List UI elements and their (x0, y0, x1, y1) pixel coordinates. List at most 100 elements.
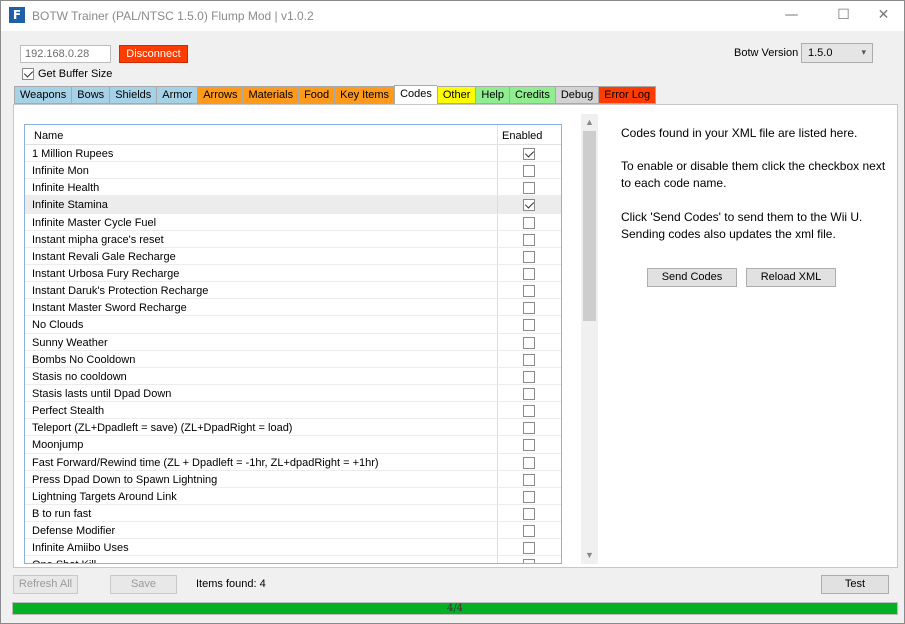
code-row[interactable]: Infinite Health (25, 179, 561, 197)
tab-error-log[interactable]: Error Log (598, 86, 657, 104)
column-divider (497, 162, 498, 179)
tab-other[interactable]: Other (436, 86, 476, 104)
version-select[interactable]: 1.5.0 ▾ (801, 43, 873, 63)
enabled-checkbox[interactable] (523, 387, 535, 400)
tab-key-items[interactable]: Key Items (334, 86, 395, 104)
code-row[interactable]: Defense Modifier (25, 522, 561, 540)
code-name: Instant Master Sword Recharge (32, 302, 187, 315)
column-divider (497, 402, 498, 419)
scroll-thumb[interactable] (583, 131, 596, 321)
tab-arrows[interactable]: Arrows (197, 86, 243, 104)
tab-materials[interactable]: Materials (242, 86, 299, 104)
code-row[interactable]: One Shot Kill (25, 556, 561, 563)
enabled-checkbox[interactable] (523, 336, 535, 349)
code-row[interactable]: Sunny Weather (25, 333, 561, 351)
code-row[interactable]: Infinite Master Cycle Fuel (25, 213, 561, 231)
enabled-checkbox[interactable] (523, 182, 535, 195)
code-row[interactable]: Stasis no cooldown (25, 367, 561, 385)
code-row[interactable]: Instant Urbosa Fury Recharge (25, 264, 561, 283)
progress-text: 4/4 (446, 603, 464, 614)
enabled-checkbox[interactable] (523, 422, 535, 435)
code-row[interactable]: No Clouds (25, 316, 561, 334)
code-row[interactable]: Lightning Targets Around Link (25, 487, 561, 505)
code-row[interactable]: Instant Revali Gale Recharge (25, 247, 561, 265)
disconnect-button[interactable]: Disconnect (119, 45, 188, 63)
tab-bows[interactable]: Bows (71, 86, 110, 104)
enabled-checkbox[interactable] (523, 353, 535, 366)
info-text-1: Codes found in your XML file are listed … (621, 126, 858, 140)
code-row[interactable]: Moonjump (25, 436, 561, 454)
enabled-checkbox[interactable] (523, 148, 535, 160)
code-row[interactable]: Instant Daruk's Protection Recharge (25, 282, 561, 300)
minimize-icon[interactable]: — (769, 1, 814, 31)
code-row[interactable]: Fast Forward/Rewind time (ZL + Dpadleft … (25, 453, 561, 471)
reload-xml-button[interactable]: Reload XML (746, 268, 836, 287)
enabled-checkbox[interactable] (523, 165, 535, 178)
enabled-checkbox[interactable] (523, 216, 535, 229)
code-row[interactable]: Stasis lasts until Dpad Down (25, 384, 561, 403)
maximize-icon[interactable]: ☐ (821, 1, 866, 31)
refresh-all-button[interactable]: Refresh All (13, 575, 78, 594)
column-header-name[interactable]: Name (34, 130, 63, 142)
code-row[interactable]: B to run fast (25, 504, 561, 523)
column-divider (497, 504, 498, 522)
enabled-checkbox[interactable] (523, 439, 535, 452)
get-buffer-size-checkbox[interactable]: Get Buffer Size (22, 68, 112, 82)
test-button[interactable]: Test (821, 575, 889, 594)
enabled-checkbox[interactable] (523, 233, 535, 246)
code-row[interactable]: Bombs No Cooldown (25, 350, 561, 368)
code-row[interactable]: Infinite Amiibo Uses (25, 539, 561, 557)
code-name: One Shot Kill (32, 559, 96, 563)
progress-bar: 4/4 (12, 602, 898, 615)
code-name: Press Dpad Down to Spawn Lightning (32, 473, 218, 486)
close-icon[interactable]: ✕ (861, 1, 905, 31)
codes-list[interactable]: Name Enabled 1 Million Rupees Infinite Mo… (24, 124, 562, 564)
code-row[interactable]: Infinite Mon (25, 162, 561, 180)
checkbox-icon[interactable] (22, 68, 34, 81)
tab-shields[interactable]: Shields (109, 86, 157, 104)
tab-help[interactable]: Help (475, 86, 509, 104)
code-row[interactable]: Instant Master Sword Recharge (25, 299, 561, 317)
code-name: Teleport (ZL+Dpadleft = save) (ZL+DpadRi… (32, 422, 293, 435)
enabled-checkbox[interactable] (523, 559, 535, 563)
enabled-checkbox[interactable] (523, 199, 535, 212)
enabled-checkbox[interactable] (523, 525, 535, 538)
code-row[interactable]: Teleport (ZL+Dpadleft = save) (ZL+DpadRi… (25, 419, 561, 437)
code-name: Lightning Targets Around Link (32, 490, 177, 503)
send-codes-button[interactable]: Send Codes (647, 268, 737, 287)
enabled-checkbox[interactable] (523, 302, 535, 315)
code-name: Moonjump (32, 439, 84, 452)
code-row[interactable]: Infinite Stamina (25, 196, 561, 214)
column-header-enabled[interactable]: Enabled (502, 130, 542, 142)
enabled-checkbox[interactable] (523, 490, 535, 503)
enabled-checkbox[interactable] (523, 285, 535, 298)
enabled-checkbox[interactable] (523, 405, 535, 418)
tab-food[interactable]: Food (298, 86, 335, 104)
tab-armor[interactable]: Armor (156, 86, 198, 104)
tab-debug[interactable]: Debug (554, 86, 599, 104)
tab-codes[interactable]: Codes (394, 85, 437, 105)
enabled-checkbox[interactable] (523, 250, 535, 263)
column-divider (497, 522, 498, 539)
code-row[interactable]: Instant mipha grace's reset (25, 230, 561, 248)
enabled-checkbox[interactable] (523, 507, 535, 520)
enabled-checkbox[interactable] (523, 542, 535, 555)
tab-weapons[interactable]: Weapons (14, 86, 72, 104)
column-divider (497, 213, 498, 230)
scroll-up-icon[interactable]: ▲ (581, 114, 598, 131)
enabled-checkbox[interactable] (523, 473, 535, 486)
code-row[interactable]: Press Dpad Down to Spawn Lightning (25, 470, 561, 488)
code-row[interactable]: 1 Million Rupees (25, 145, 561, 163)
code-row[interactable]: Perfect Stealth (25, 402, 561, 420)
tab-credits[interactable]: Credits (509, 86, 555, 104)
enabled-checkbox[interactable] (523, 319, 535, 332)
enabled-checkbox[interactable] (523, 456, 535, 469)
list-scrollbar[interactable]: ▲ ▼ (581, 114, 598, 564)
save-button[interactable]: Save (110, 575, 177, 594)
column-divider (497, 264, 498, 282)
list-header: Name Enabled (25, 125, 561, 145)
enabled-checkbox[interactable] (523, 267, 535, 280)
scroll-down-icon[interactable]: ▼ (581, 547, 598, 564)
enabled-checkbox[interactable] (523, 370, 535, 383)
ip-address-input[interactable] (20, 45, 111, 63)
